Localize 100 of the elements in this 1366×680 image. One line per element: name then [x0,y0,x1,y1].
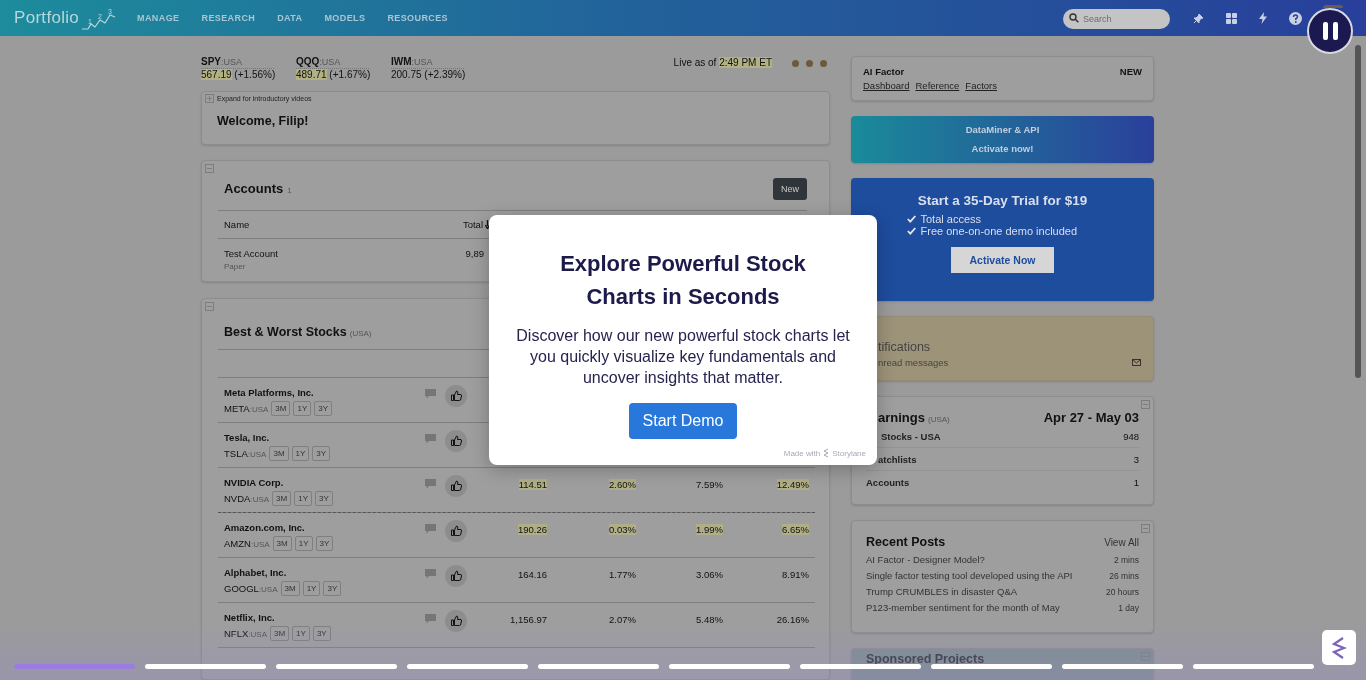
unread-count[interactable]: nread messages [878,357,949,368]
value-cell: 3.06% [696,568,723,580]
period-button[interactable]: 3Y [314,400,333,416]
nav-link[interactable]: DATA [277,13,303,23]
account-name[interactable]: Test Account [224,247,460,259]
dataminer-banner[interactable]: DataMiner & API Activate now! [851,116,1154,163]
ticker-label[interactable]: META:USA [224,402,272,414]
comment-icon[interactable] [424,388,436,399]
value-cell: 1,156.97 [510,613,547,625]
view-all-link[interactable]: View All [1104,537,1139,548]
period-button[interactable]: 3Y [312,625,331,641]
progress-step[interactable] [800,664,921,669]
ticker-label[interactable]: TSLA:USA [224,447,270,459]
company-name[interactable]: Meta Platforms, Inc. [224,386,415,398]
progress-step[interactable] [1193,664,1314,669]
post-link[interactable]: AI Factor - Designer Model? [866,554,985,565]
banner-title: DataMiner & API [965,124,1040,135]
period-button[interactable]: 1Y [293,400,312,416]
scrollbar-thumb[interactable] [1355,45,1361,378]
collapse-icon[interactable] [205,163,214,173]
period-button[interactable]: 3M [269,625,290,641]
post-link[interactable]: Trump CRUMBLES in disaster Q&A [866,586,1018,597]
new-button[interactable]: New [773,177,807,200]
mail-icon[interactable] [1132,359,1141,366]
ticker-label[interactable]: NFLX:USA [224,627,270,639]
banner-link[interactable]: Activate now! [971,143,1034,154]
like-button[interactable] [445,384,467,407]
column-header[interactable]: Total [462,218,483,230]
progress-step[interactable] [538,664,659,669]
period-button[interactable]: 3M [271,400,291,416]
storylane-button[interactable] [1322,630,1356,665]
card-link[interactable]: Factors [965,80,997,91]
company-name[interactable]: NVIDIA Corp. [224,476,415,488]
post-link[interactable]: Single factor testing tool developed using the API [866,570,1073,581]
thumbs-up-icon [450,570,462,582]
comment-icon[interactable] [424,523,436,534]
thumbs-up-icon [450,615,462,627]
period-button[interactable]: 1Y [302,580,321,596]
expand-icon[interactable] [205,94,214,104]
progress-step[interactable] [1062,664,1183,669]
column-header[interactable]: Name [224,218,460,230]
nav-link[interactable]: RESOURCES [387,13,448,23]
progress-step[interactable] [276,664,397,669]
period-button[interactable]: 3M [269,445,289,461]
company-name[interactable]: Tesla, Inc. [224,431,415,443]
ticker-label[interactable]: GOOGL:USA [224,582,281,594]
period-button[interactable]: 1Y [292,625,310,641]
nav-link[interactable]: RESEARCH [201,13,256,23]
period-button[interactable]: 1Y [294,490,312,506]
lightning-icon[interactable] [1259,12,1267,24]
progress-step[interactable] [407,664,528,669]
progress-step[interactable] [14,664,135,669]
card-link[interactable]: Dashboard [863,80,910,91]
earnings-label[interactable]: atchlists [878,453,917,465]
period-button[interactable]: 3Y [315,535,334,551]
start-demo-button[interactable]: Start Demo [628,403,738,439]
search-field[interactable]: Search [1063,9,1170,29]
comment-icon[interactable] [424,613,436,624]
collapse-icon[interactable] [205,301,214,311]
nav-link[interactable]: MODELS [324,13,366,23]
company-name[interactable]: Amazon.com, Inc. [224,521,415,533]
comment-icon[interactable] [424,433,436,444]
ticker-label[interactable]: NVDA:USA [224,492,273,504]
card-title: AI Factor [863,66,905,77]
period-button[interactable]: 3M [272,535,292,551]
like-button[interactable] [445,519,467,542]
pin-icon[interactable] [1193,12,1204,24]
grid-icon[interactable] [1226,12,1237,24]
period-button[interactable]: 3M [280,580,300,596]
period-button[interactable]: 1Y [294,535,313,551]
period-button[interactable]: 3Y [315,490,333,506]
progress-step[interactable] [669,664,790,669]
company-name[interactable]: Alphabet, Inc. [224,566,415,578]
period-button[interactable]: 3Y [312,445,331,461]
progress-step[interactable] [145,664,266,669]
period-button[interactable]: 3M [272,490,292,506]
earnings-label[interactable]: Accounts [866,476,910,488]
collapse-icon[interactable] [1141,400,1150,409]
earnings-label[interactable]: Stocks - USA [881,430,941,442]
period-button[interactable]: 1Y [291,445,310,461]
logo-text[interactable]: Portfolio [14,8,80,28]
period-button[interactable]: 3Y [323,580,342,596]
post-link[interactable]: P123-member sentiment for the month of May [866,602,1060,613]
more-dots-icon[interactable] [792,60,827,67]
comment-icon[interactable] [424,478,436,489]
ticker-label[interactable]: AMZN:USA [224,537,273,549]
pause-button[interactable] [1307,8,1353,54]
progress-step[interactable] [931,664,1052,669]
card-link[interactable]: Reference [915,80,960,91]
nav-link[interactable]: MANAGE [137,13,180,23]
help-icon[interactable] [1289,11,1302,25]
comment-icon[interactable] [424,568,436,579]
collapse-icon[interactable] [1141,524,1150,533]
activate-button[interactable]: Activate Now [950,247,1055,273]
like-button[interactable] [445,564,467,587]
like-button[interactable] [445,474,467,497]
modal-text: Discover how our new powerful stock charts let you quickly visualize key fundamentals and uncover insights that matter. [515,326,851,388]
like-button[interactable] [445,429,467,452]
like-button[interactable] [445,609,467,632]
company-name[interactable]: Netflix, Inc. [224,611,415,623]
